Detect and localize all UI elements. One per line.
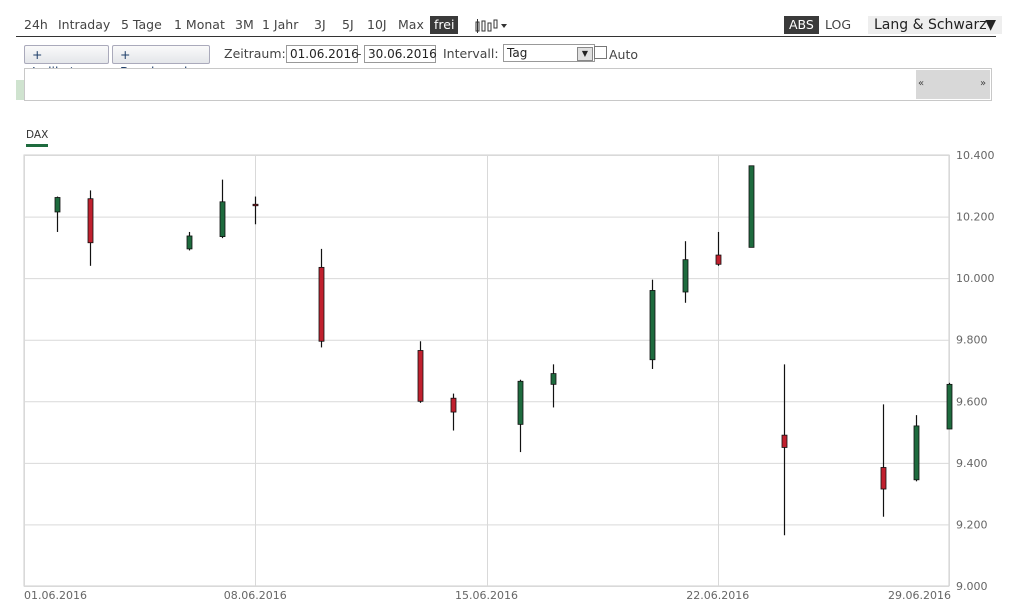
- candle: [54, 196, 61, 232]
- candle-body: [913, 425, 920, 481]
- x-tick-label: 15.06.2016: [455, 589, 518, 602]
- candle: [252, 196, 259, 225]
- candle: [87, 190, 94, 266]
- candle: [417, 341, 424, 403]
- candle: [550, 364, 557, 408]
- y-tick-label: 9.200: [956, 518, 988, 531]
- y-tick-label: 10.200: [956, 211, 995, 224]
- candle-body: [517, 380, 524, 425]
- candle-body: [550, 373, 557, 385]
- candle: [219, 179, 226, 239]
- candle: [186, 231, 193, 251]
- candle: [649, 279, 656, 369]
- candles: [54, 165, 953, 536]
- candlestick-chart: 10.400 10.200 10.000 9.800 9.600 9.400 9.200 9.…: [23, 149, 995, 602]
- candle-body: [880, 467, 887, 490]
- candle-body: [186, 235, 193, 250]
- candle-body: [87, 198, 94, 244]
- y-tick-label: 10.400: [956, 149, 995, 162]
- candle-body: [649, 290, 656, 361]
- candle: [517, 379, 524, 453]
- candle: [715, 231, 722, 266]
- candle-body: [252, 203, 259, 207]
- candle-body: [318, 266, 325, 342]
- candle-body: [219, 201, 226, 237]
- x-tick-label: 08.06.2016: [224, 589, 287, 602]
- candle-body: [946, 383, 953, 430]
- candle-body: [748, 165, 755, 248]
- candle: [318, 248, 325, 348]
- x-axis-ticks: 01.06.2016 08.06.2016 15.06.2016 22.06.2016…: [24, 589, 951, 602]
- candle-body: [450, 397, 457, 413]
- y-tick-label: 9.600: [956, 395, 988, 408]
- candle-body: [417, 350, 424, 402]
- grid: [23, 154, 950, 587]
- y-tick-label: 9.000: [956, 580, 988, 593]
- candle-body: [781, 434, 788, 448]
- candle-body: [682, 259, 689, 293]
- candle: [682, 241, 689, 303]
- candle: [781, 364, 788, 536]
- candle-body: [54, 197, 61, 213]
- y-tick-label: 9.800: [956, 334, 988, 347]
- x-tick-label: 01.06.2016: [24, 589, 87, 602]
- candle: [913, 415, 920, 482]
- plot-border: [23, 154, 950, 587]
- x-tick-label: 29.06.2016: [888, 589, 951, 602]
- y-tick-label: 9.400: [956, 457, 988, 470]
- y-axis-ticks: 10.400 10.200 10.000 9.800 9.600 9.400 9.200 9.…: [956, 149, 995, 593]
- candle-body: [715, 254, 722, 265]
- y-tick-label: 10.000: [956, 272, 995, 285]
- candle: [450, 393, 457, 431]
- candle: [946, 382, 953, 430]
- candle: [880, 404, 887, 517]
- x-tick-label: 22.06.2016: [686, 589, 749, 602]
- candle: [748, 165, 755, 248]
